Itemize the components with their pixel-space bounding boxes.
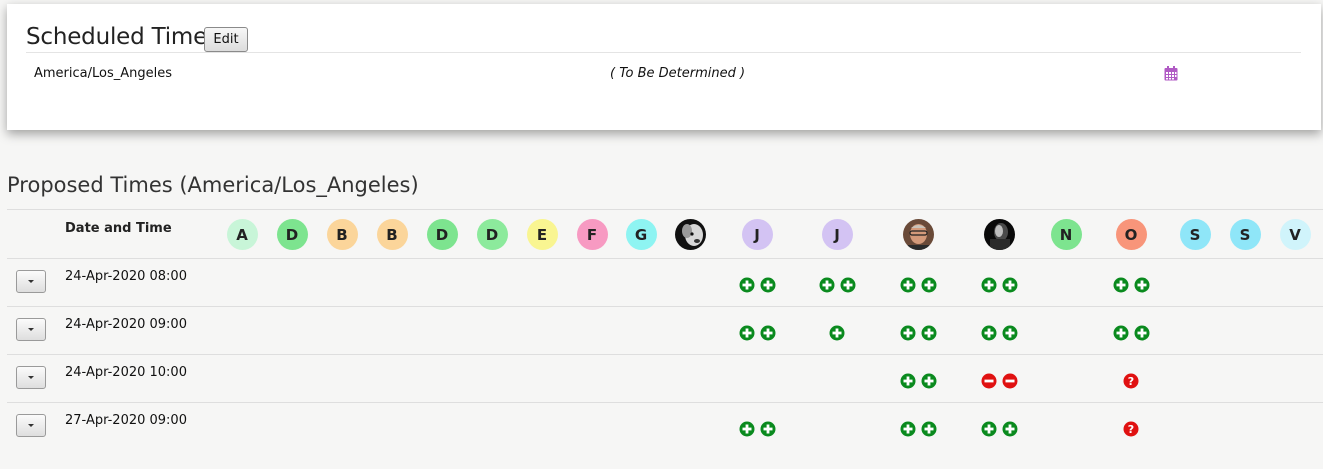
participant-avatar-photo xyxy=(902,219,934,250)
divider xyxy=(7,354,1323,355)
participant-initial: B xyxy=(386,225,398,244)
participant-initial: O xyxy=(1124,225,1138,244)
participant-avatar: S xyxy=(1229,219,1261,250)
participant-avatar: F xyxy=(576,219,608,250)
yes-vote-icon xyxy=(900,277,916,293)
yes-vote-icon xyxy=(739,277,755,293)
yes-vote-icon xyxy=(829,325,845,341)
participant-initial: V xyxy=(1289,225,1301,244)
participant-avatar: J xyxy=(821,219,853,250)
yes-vote-icon xyxy=(1002,277,1018,293)
yes-vote-icon xyxy=(760,421,776,437)
yes-vote-icon xyxy=(760,277,776,293)
yes-vote-icon xyxy=(760,325,776,341)
participant-initial: G xyxy=(634,225,648,244)
yes-vote-icon xyxy=(1134,277,1150,293)
yes-vote-icon xyxy=(981,421,997,437)
proposed-times-table: Date and Time A D B B D D E F G J J N O S S V 24-Apr-20… xyxy=(7,209,1323,461)
edit-button[interactable]: Edit xyxy=(204,27,248,52)
participant-avatar: V xyxy=(1279,219,1311,250)
yes-vote-icon xyxy=(981,277,997,293)
participant-avatar-photo xyxy=(983,219,1015,250)
yes-vote-icon xyxy=(981,325,997,341)
participant-avatar: J xyxy=(741,219,773,250)
participant-initial: F xyxy=(586,225,598,244)
divider xyxy=(7,402,1323,403)
participant-avatar: D xyxy=(276,219,308,250)
caret-down-icon xyxy=(28,376,34,379)
scheduled-time-title: Scheduled Time xyxy=(26,24,208,50)
participant-avatar: G xyxy=(625,219,657,250)
yes-vote-icon xyxy=(840,277,856,293)
maybe-vote-icon: ? xyxy=(1123,421,1139,437)
no-vote-icon xyxy=(1002,373,1018,389)
row-date-time: 27-Apr-2020 09:00 xyxy=(65,413,187,428)
participant-initial: D xyxy=(485,225,499,244)
participant-initial: E xyxy=(536,225,548,244)
row-date-time: 24-Apr-2020 10:00 xyxy=(65,365,187,380)
caret-down-icon xyxy=(28,280,34,283)
participant-avatar: E xyxy=(526,219,558,250)
divider xyxy=(7,306,1323,307)
participant-initial: N xyxy=(1059,225,1073,244)
calendar-icon[interactable] xyxy=(1164,66,1178,85)
svg-text:?: ? xyxy=(1128,423,1134,436)
row-menu-button[interactable] xyxy=(16,366,46,389)
yes-vote-icon xyxy=(739,325,755,341)
yes-vote-icon xyxy=(900,373,916,389)
timezone-label: America/Los_Angeles xyxy=(34,66,173,81)
participant-initial: S xyxy=(1189,225,1201,244)
participant-initial: A xyxy=(236,225,248,244)
participant-avatar: A xyxy=(226,219,258,250)
participant-initial: S xyxy=(1239,225,1251,244)
yes-vote-icon xyxy=(921,277,937,293)
yes-vote-icon xyxy=(1113,325,1129,341)
no-vote-icon xyxy=(981,373,997,389)
participant-avatar: D xyxy=(476,219,508,250)
participant-initial: D xyxy=(285,225,299,244)
yes-vote-icon xyxy=(1134,325,1150,341)
yes-vote-icon xyxy=(921,421,937,437)
row-menu-button[interactable] xyxy=(16,318,46,341)
proposed-times-title: Proposed Times (America/Los_Angeles) xyxy=(7,173,419,197)
participant-avatar: D xyxy=(426,219,458,250)
svg-text:?: ? xyxy=(1128,375,1134,388)
participant-avatar: O xyxy=(1115,219,1147,250)
divider xyxy=(7,209,1323,210)
participant-avatar: S xyxy=(1179,219,1211,250)
maybe-vote-icon: ? xyxy=(1123,373,1139,389)
row-menu-button[interactable] xyxy=(16,414,46,437)
caret-down-icon xyxy=(28,424,34,427)
yes-vote-icon xyxy=(1002,325,1018,341)
participant-initial: D xyxy=(435,225,449,244)
row-date-time: 24-Apr-2020 09:00 xyxy=(65,317,187,332)
participant-avatar: B xyxy=(376,219,408,250)
scheduled-time-value: ( To Be Determined ) xyxy=(610,66,746,81)
date-time-header: Date and Time xyxy=(65,221,172,236)
yes-vote-icon xyxy=(921,325,937,341)
yes-vote-icon xyxy=(819,277,835,293)
scheduled-time-card: Scheduled Time Edit America/Los_Angeles … xyxy=(7,4,1321,130)
yes-vote-icon xyxy=(1002,421,1018,437)
participant-avatar: B xyxy=(326,219,358,250)
participant-initial: B xyxy=(336,225,348,244)
participant-initial: J xyxy=(834,225,840,244)
yes-vote-icon xyxy=(900,421,916,437)
participant-initial: J xyxy=(754,225,760,244)
caret-down-icon xyxy=(28,328,34,331)
row-menu-button[interactable] xyxy=(16,270,46,293)
divider xyxy=(7,258,1323,259)
row-date-time: 24-Apr-2020 08:00 xyxy=(65,269,187,284)
divider xyxy=(26,52,1301,53)
yes-vote-icon xyxy=(900,325,916,341)
participant-avatar: N xyxy=(1050,219,1082,250)
yes-vote-icon xyxy=(739,421,755,437)
yes-vote-icon xyxy=(921,373,937,389)
yes-vote-icon xyxy=(1113,277,1129,293)
participant-avatar-photo xyxy=(674,219,706,250)
